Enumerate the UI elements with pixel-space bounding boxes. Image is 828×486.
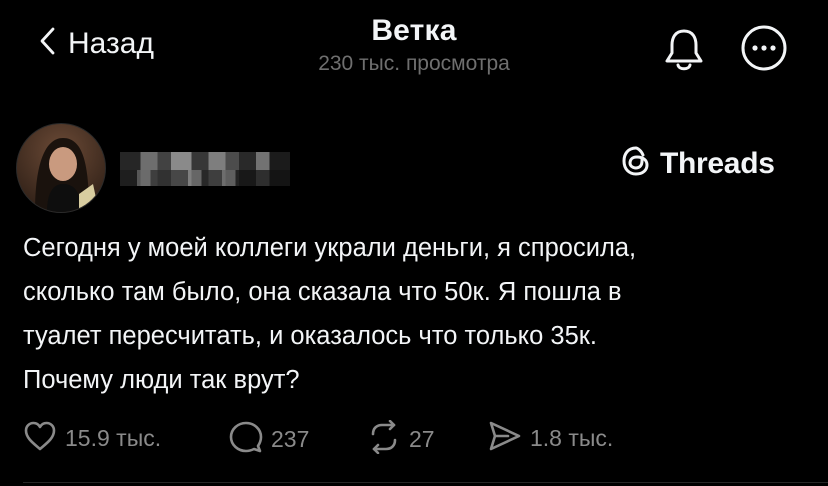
repost-icon [367, 419, 401, 459]
reply-button[interactable]: 237 [229, 420, 309, 459]
share-count: 1.8 тыс. [530, 425, 614, 451]
threads-badge: Threads [620, 145, 775, 182]
post-text-line: туалет пересчитать, и оказалось что толь… [23, 322, 597, 350]
notifications-button[interactable] [662, 26, 706, 79]
repost-count: 27 [409, 426, 435, 452]
reply-count: 237 [271, 426, 310, 452]
post-actions: 15.9 тыс. 237 27 1.8 тыс. [0, 419, 828, 460]
top-bar: Назад Ветка 230 тыс. просмотра [0, 0, 828, 100]
bell-icon [662, 29, 706, 78]
threads-label: Threads [660, 146, 775, 180]
divider [23, 482, 828, 483]
post-text-line: Сегодня у моей коллеги украли деньги, я … [23, 234, 637, 262]
post-text-line: Почему люди так врут? [23, 366, 300, 394]
heart-icon [23, 420, 57, 457]
share-icon [488, 420, 522, 457]
post-text-line: сколько там было, она сказала что 50к. Я… [23, 278, 622, 306]
share-button[interactable]: 1.8 тыс. [488, 420, 613, 457]
threads-logo-icon [620, 145, 652, 182]
repost-button[interactable]: 27 [367, 419, 435, 459]
post-body: Сегодня у моей коллеги украли деньги, я … [23, 226, 813, 402]
avatar[interactable] [16, 123, 106, 213]
like-count: 15.9 тыс. [65, 425, 162, 451]
like-button[interactable]: 15.9 тыс. [23, 420, 161, 457]
more-options-button[interactable] [740, 24, 788, 77]
comment-icon [229, 420, 263, 459]
more-icon [740, 25, 788, 76]
username-blur-detail [120, 170, 290, 186]
